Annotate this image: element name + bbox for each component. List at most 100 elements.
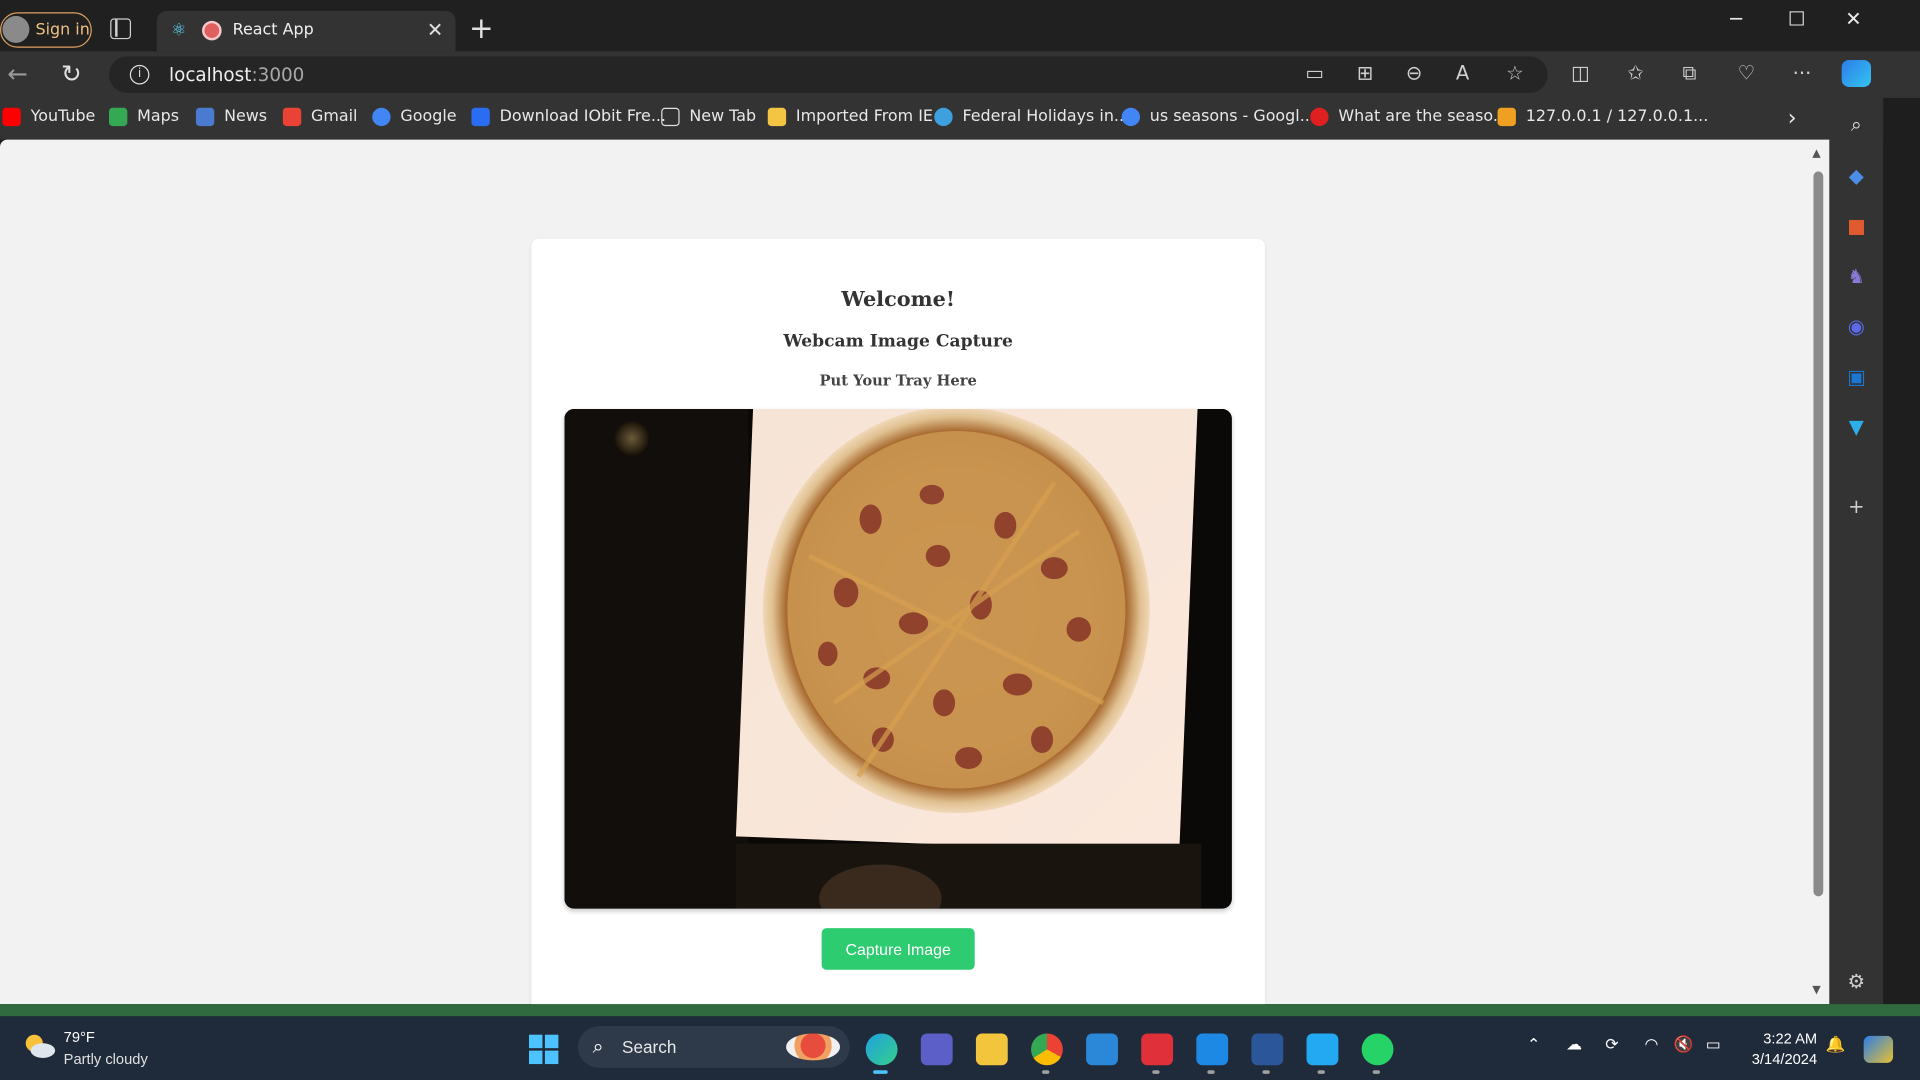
news-icon	[195, 107, 215, 127]
add-icon[interactable]: +	[1844, 495, 1868, 519]
tab-actions-icon[interactable]	[110, 18, 132, 40]
welcome-heading: Welcome!	[841, 287, 956, 313]
notepad-icon[interactable]	[1196, 1033, 1229, 1066]
bookmark-label: Maps	[137, 107, 180, 127]
bookmark-youtube[interactable]: YouTube	[2, 107, 95, 127]
bookmark-news[interactable]: News	[195, 107, 268, 127]
volume-muted-icon[interactable]: 🔇	[1674, 1036, 1694, 1056]
search-label: Search	[622, 1037, 677, 1057]
bookmark-label: News	[224, 107, 268, 127]
running-indicator	[1262, 1070, 1270, 1074]
partly-cloudy-icon[interactable]	[22, 1031, 56, 1060]
bookmark-what-are-seasons[interactable]: What are the seaso...	[1310, 107, 1508, 127]
clock-date[interactable]: 3/14/2024	[1739, 1051, 1817, 1068]
search-icon[interactable]: ⌕	[1844, 113, 1868, 137]
settings-gear-icon[interactable]: ⚙	[1844, 970, 1868, 994]
capture-image-button[interactable]: Capture Image	[821, 928, 975, 970]
signin-button[interactable]: Sign in	[0, 12, 92, 48]
background-window-edge	[1883, 97, 1920, 1005]
url-port: :3000	[251, 63, 305, 86]
copilot-icon[interactable]	[1841, 60, 1872, 87]
show-hidden-icons-chevron-icon[interactable]: ⌃	[1527, 1036, 1540, 1056]
bookmark-gmail[interactable]: Gmail	[282, 107, 357, 127]
shopping-tag-icon[interactable]: ◆	[1844, 164, 1868, 188]
collections-icon[interactable]: ⧉	[1682, 62, 1696, 84]
teams-icon[interactable]	[920, 1033, 953, 1066]
camera-icon[interactable]: ▭	[1305, 62, 1324, 84]
webcam-image	[564, 408, 1232, 909]
bookmark-label: Imported From IE	[795, 107, 933, 127]
bookmark-iobit[interactable]: Download IObit Fre...	[471, 107, 666, 127]
favorites-icon[interactable]: ✩	[1627, 62, 1643, 84]
avatar-icon	[2, 15, 30, 43]
whatsapp-icon[interactable]	[1361, 1033, 1394, 1066]
edge-icon[interactable]	[865, 1033, 898, 1066]
wifi-icon[interactable]: ◠	[1644, 1036, 1658, 1056]
clock-time[interactable]: 3:22 AM	[1749, 1030, 1817, 1047]
health-icon[interactable]: ♡	[1738, 62, 1756, 84]
close-tab-icon[interactable]: ✕	[427, 18, 443, 41]
refresh-icon[interactable]: ↻	[61, 61, 82, 85]
iobit-icon	[471, 107, 490, 127]
address-bar[interactable]: i localhost:3000	[108, 56, 1548, 94]
tab-title: React App	[232, 20, 314, 40]
anydesk-icon[interactable]	[1141, 1033, 1174, 1066]
search-icon: ⌕	[592, 1034, 604, 1058]
bookmark-imported-ie[interactable]: Imported From IE	[767, 107, 933, 127]
microsoft365-icon[interactable]: ◉	[1844, 315, 1868, 339]
maximize-icon[interactable]: ☐	[1788, 7, 1806, 30]
tab-react-app[interactable]: ⚛ React App ✕	[156, 11, 456, 52]
notification-bell-icon[interactable]: 🔔	[1826, 1036, 1846, 1056]
taskbar-search[interactable]: ⌕ Search	[577, 1026, 850, 1068]
site-info-icon[interactable]: i	[129, 64, 150, 85]
more-bookmarks-chevron-icon[interactable]: ›	[1788, 105, 1797, 131]
split-screen-icon[interactable]: ◫	[1571, 62, 1590, 84]
weather-description: Partly cloudy	[63, 1050, 148, 1068]
running-indicator	[1152, 1070, 1160, 1074]
url-text: localhost:3000	[169, 64, 304, 86]
file-explorer-icon[interactable]	[975, 1033, 1008, 1066]
vscode-icon[interactable]	[1306, 1033, 1339, 1066]
scrollbar-thumb[interactable]	[1813, 171, 1824, 897]
bookmark-maps[interactable]: Maps	[108, 107, 180, 127]
new-tab-icon[interactable]: +	[469, 13, 494, 42]
bookmark-label: Google	[400, 107, 457, 127]
running-indicator	[1372, 1070, 1381, 1074]
read-aloud-icon[interactable]: A	[1456, 62, 1469, 84]
bookmark-google[interactable]: Google	[372, 107, 457, 127]
google-icon	[372, 107, 391, 127]
running-indicator	[1207, 1070, 1215, 1074]
copilot-taskbar-icon[interactable]	[1863, 1035, 1894, 1063]
bookmarks-bar: YouTube Maps News Gmail Google Download …	[0, 97, 1920, 140]
send-icon[interactable]: ▼	[1844, 415, 1868, 439]
bookmark-localhost-pma[interactable]: 127.0.0.1 / 127.0.0.1...	[1497, 107, 1708, 127]
games-icon[interactable]: ♞	[1844, 264, 1868, 288]
windows-start-icon[interactable]	[528, 1034, 559, 1065]
page-title: Webcam Image Capture	[783, 331, 1013, 352]
mail-icon[interactable]	[1086, 1033, 1118, 1066]
browser-titlebar: Sign in ⚛ React App ✕ + ─ ☐ ✕	[0, 0, 1920, 52]
scroll-down-icon[interactable]: ▼	[1812, 984, 1820, 996]
page-icon	[661, 107, 680, 127]
battery-icon[interactable]: ▭	[1706, 1036, 1721, 1056]
chrome-icon[interactable]	[1031, 1033, 1063, 1066]
folder-icon	[767, 107, 787, 127]
sync-icon[interactable]: ⟳	[1605, 1036, 1618, 1056]
tools-icon[interactable]: ■	[1844, 214, 1868, 238]
apps-icon[interactable]: ⊞	[1357, 62, 1373, 84]
onedrive-icon[interactable]: ☁	[1566, 1036, 1582, 1056]
zoom-out-icon[interactable]: ⊖	[1406, 62, 1422, 84]
back-icon[interactable]: ←	[7, 61, 28, 85]
more-icon[interactable]: ···	[1793, 62, 1812, 84]
bookmark-federal-holidays[interactable]: Federal Holidays in...	[934, 107, 1129, 127]
outlook-icon[interactable]: ▣	[1844, 365, 1868, 389]
word-icon[interactable]	[1251, 1033, 1284, 1066]
capture-card: Welcome! Webcam Image Capture Put Your T…	[531, 238, 1265, 1011]
favorite-star-icon[interactable]: ☆	[1506, 62, 1524, 84]
close-window-icon[interactable]: ✕	[1845, 7, 1861, 30]
bookmark-new-tab[interactable]: New Tab	[661, 107, 756, 127]
minimize-icon[interactable]: ─	[1730, 7, 1742, 30]
scroll-up-icon[interactable]: ▲	[1812, 148, 1820, 160]
url-host: localhost	[168, 63, 252, 86]
bookmark-us-seasons[interactable]: us seasons - Googl...	[1121, 107, 1315, 127]
